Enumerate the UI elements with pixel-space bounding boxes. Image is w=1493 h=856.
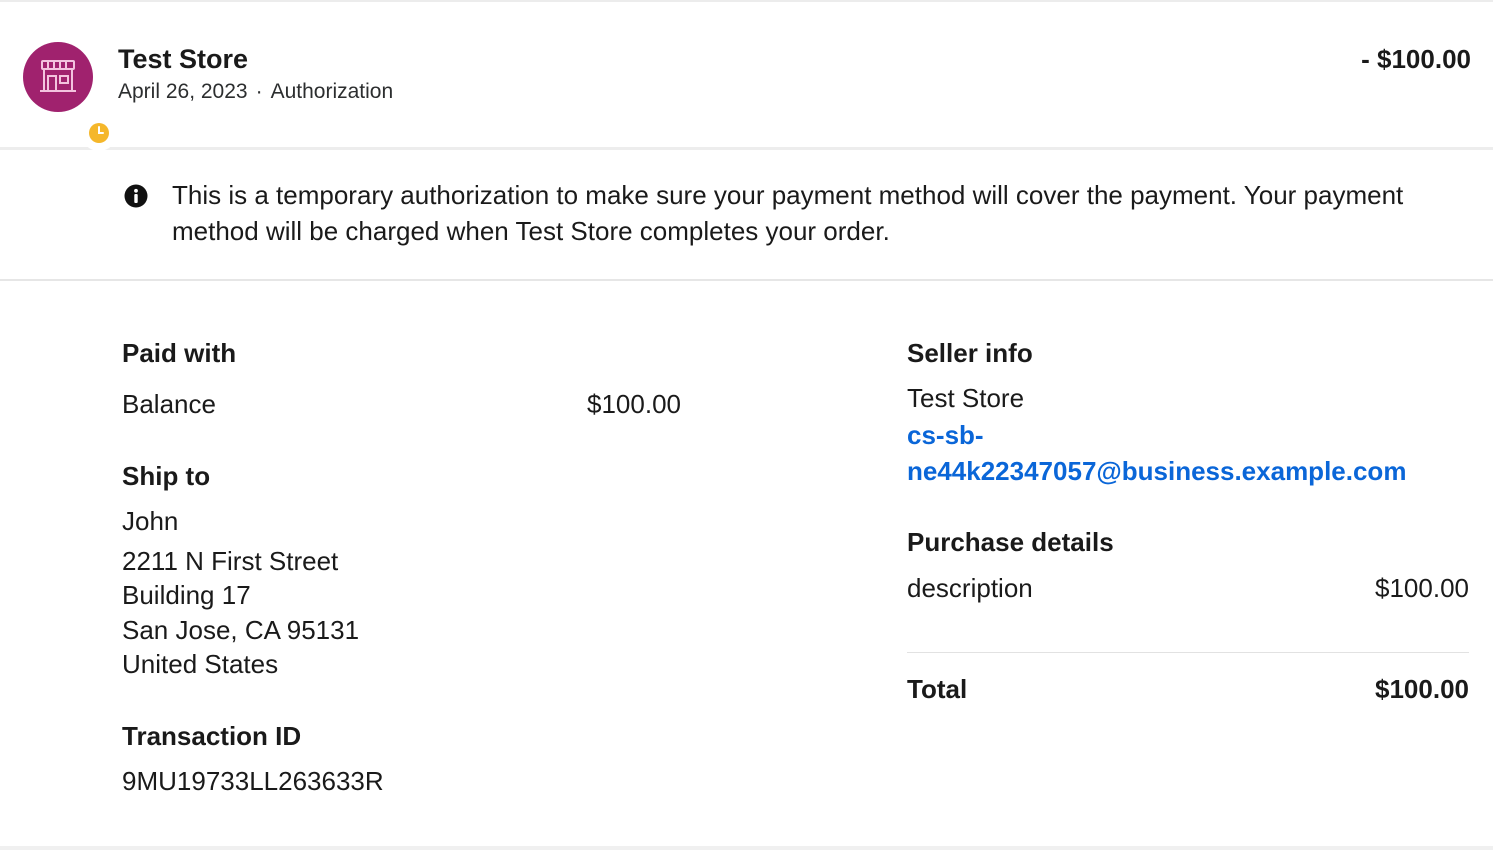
total-divider: [907, 652, 1469, 653]
seller-name: Test Store: [907, 383, 1025, 413]
transaction-details-card: Test Store April 26, 2023 · Authorization …: [0, 0, 1493, 856]
transaction-id-title: Transaction ID: [122, 721, 302, 751]
purchase-item-amount: $100.00: [1375, 573, 1469, 603]
total-label: Total: [907, 674, 968, 704]
seller-email-link[interactable]: cs-sb- ne44k22347057@business.example.co…: [907, 417, 1406, 489]
ship-to-title: Ship to: [122, 461, 211, 491]
ship-to-name: John: [122, 506, 179, 536]
pending-badge: [81, 115, 117, 151]
seller-email-part-2: ne44k22347057@business.example.com: [907, 456, 1407, 486]
transaction-type: Authorization: [270, 80, 394, 103]
transaction-id: 9MU19733LL263633R: [122, 766, 384, 796]
payment-method: Balance: [122, 389, 216, 419]
store-icon: [40, 60, 76, 92]
meta-separator: ·: [255, 80, 263, 103]
transaction-amount: - $100.00: [1361, 44, 1471, 74]
transaction-meta: April 26, 2023 · Authorization: [118, 80, 393, 104]
address-line-1: 2211 N First Street: [122, 546, 339, 576]
paid-with-title: Paid with: [122, 338, 237, 368]
address-line-3: San Jose, CA 95131: [122, 615, 360, 645]
address-line-4: United States: [122, 649, 279, 679]
bottom-divider: [0, 846, 1493, 850]
purchase-item-description: description: [907, 573, 1033, 603]
transaction-date: April 26, 2023: [118, 80, 248, 103]
info-icon: [124, 184, 148, 208]
purchase-details-title: Purchase details: [907, 527, 1114, 557]
transaction-header: Test Store April 26, 2023 · Authorization …: [0, 2, 1493, 151]
clock-icon: [89, 123, 109, 143]
merchant-name: Test Store: [118, 44, 249, 74]
merchant-avatar: [23, 42, 117, 151]
payment-amount: $100.00: [587, 389, 681, 419]
address-line-2: Building 17: [122, 580, 251, 610]
notice-text: This is a temporary authorization to mak…: [172, 180, 1404, 246]
seller-email-part-1: cs-sb-: [907, 420, 984, 450]
seller-info-title: Seller info: [907, 338, 1033, 368]
total-amount: $100.00: [1375, 674, 1469, 704]
